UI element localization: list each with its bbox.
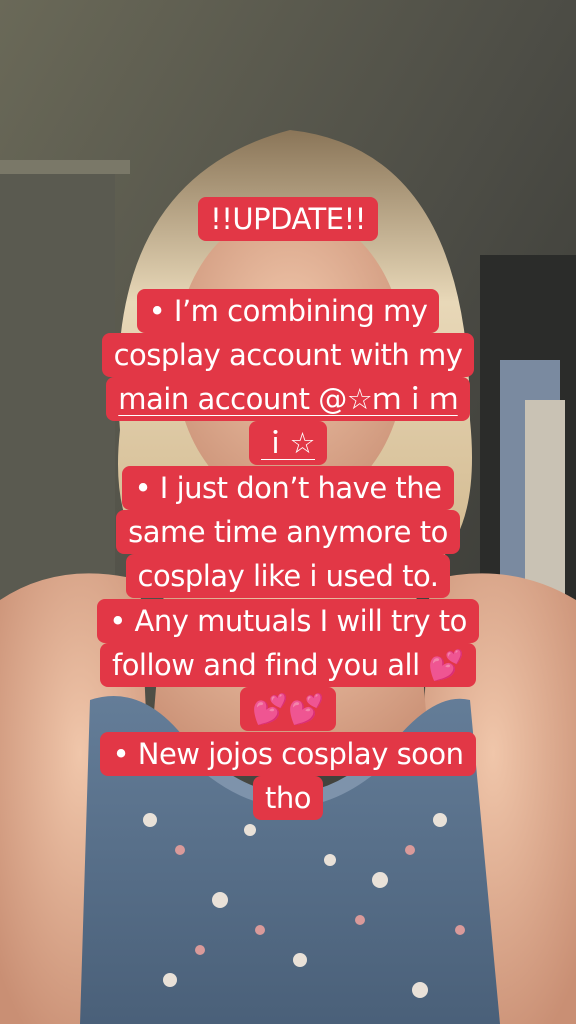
caption-line: tho: [253, 776, 323, 820]
caption-line: • New jojos cosplay soon: [100, 732, 476, 776]
caption-paragraph-4: • New jojos cosplay soon tho: [0, 732, 576, 820]
caption-title-block: !!UPDATE!!: [0, 197, 576, 241]
caption-title: !!UPDATE!!: [198, 197, 378, 241]
caption-line: cosplay like i used to.: [125, 554, 451, 598]
mention-link[interactable]: main account @☆ｍｉｍ: [118, 382, 458, 416]
caption-line: follow and find you all 💕: [99, 643, 476, 687]
caption-line: • I’m combining my: [136, 289, 440, 333]
caption-line: 💕💕: [240, 687, 336, 731]
caption-line-mention: ｉ☆: [249, 421, 327, 465]
mention-link[interactable]: ｉ☆: [261, 426, 316, 460]
caption-paragraph-3: • Any mutuals I will try to follow and f…: [0, 599, 576, 731]
caption-line-mention: main account @☆ｍｉｍ: [106, 377, 470, 421]
caption-paragraph-2: • I just don’t have the same time anymor…: [0, 466, 576, 598]
caption-paragraph-1: • I’m combining my cosplay account with …: [0, 289, 576, 465]
caption-line: • Any mutuals I will try to: [97, 599, 479, 643]
caption-line: same time anymore to: [116, 510, 460, 554]
caption-line: cosplay account with my: [101, 333, 475, 377]
caption-line: • I just don’t have the: [122, 466, 454, 510]
